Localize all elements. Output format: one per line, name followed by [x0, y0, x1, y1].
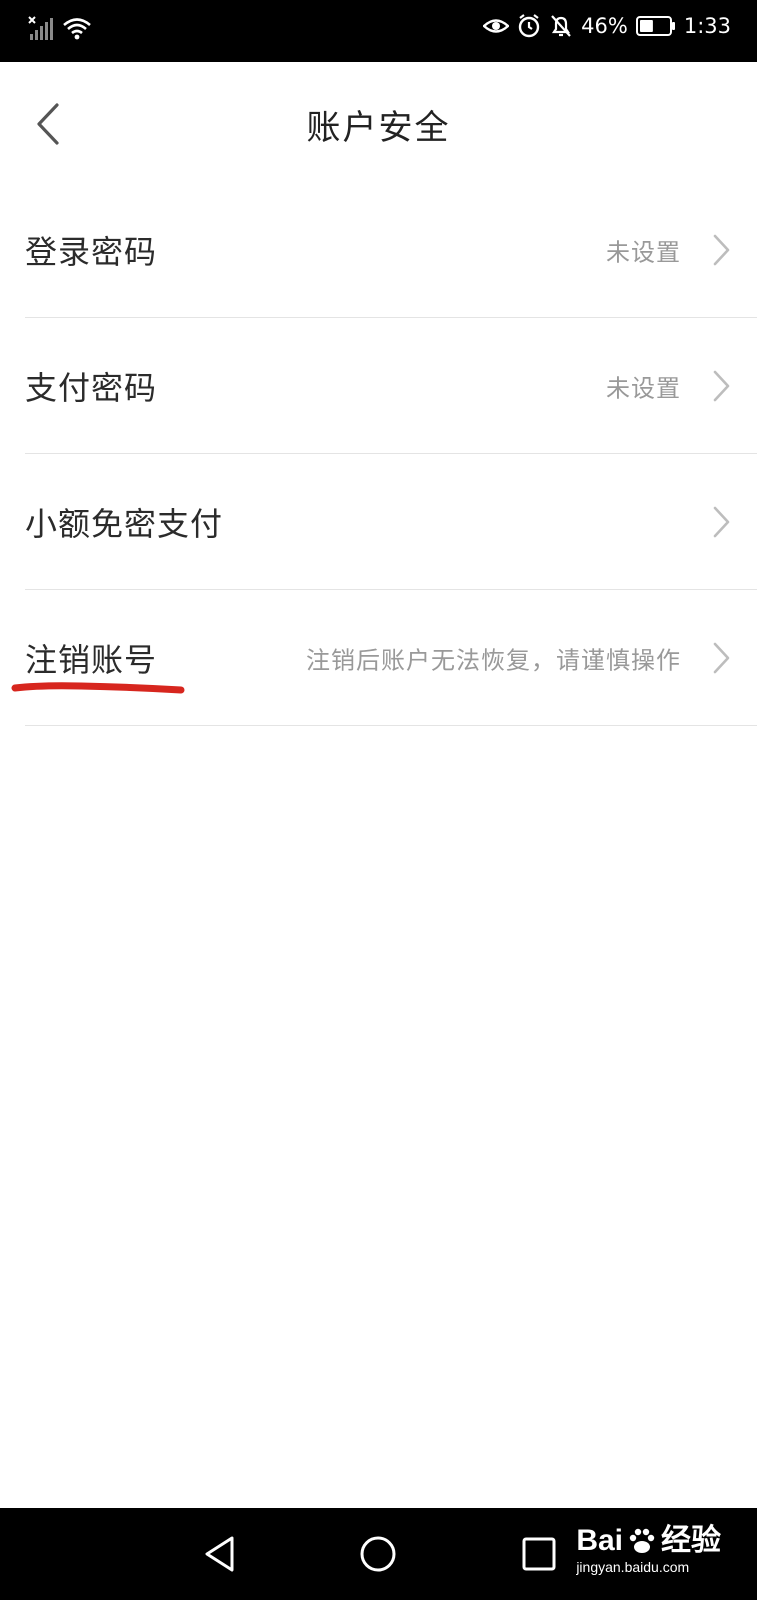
android-nav-bar: Bai 经验 jingyan.baidu.com	[0, 1508, 757, 1600]
row-label: 注销账号	[25, 640, 158, 679]
chevron-right-icon	[713, 642, 730, 673]
paw-icon	[629, 1528, 655, 1553]
page-title: 账户安全	[306, 108, 451, 148]
chevron-right-icon	[713, 370, 730, 401]
bell-muted-icon	[549, 14, 573, 38]
clock-time: 1:33	[683, 14, 731, 38]
recent-square-icon	[522, 1537, 556, 1571]
row-label: 小额免密支付	[25, 504, 224, 543]
wifi-icon	[62, 16, 92, 42]
baidu-jingyan-watermark: Bai 经验 jingyan.baidu.com	[576, 1526, 721, 1576]
settings-row-cancel-account[interactable]: 注销账号 注销后账户无法恢复，请谨慎操作	[11, 590, 757, 726]
settings-list: 登录密码 未设置 支付密码 未设置 小额免密支付 注销账号 注销后账户无法恢复，…	[0, 182, 757, 726]
row-status: 未设置	[606, 374, 681, 402]
chevron-right-icon	[713, 234, 730, 265]
screen: 46% 1:33 账户安全 登录密码 未设置 支付密码 未设置 小额免密支付 注…	[0, 0, 757, 1600]
row-label: 支付密码	[25, 368, 158, 407]
row-hint: 注销后账户无法恢复，请谨慎操作	[306, 646, 681, 674]
nav-back-button[interactable]	[196, 1530, 244, 1578]
header-bar: 账户安全	[0, 62, 757, 186]
watermark-url: jingyan.baidu.com	[576, 1559, 690, 1575]
signal-icon	[28, 16, 54, 42]
eye-icon	[483, 15, 510, 37]
watermark-logo: Bai 经验	[576, 1526, 721, 1556]
alarm-icon	[517, 14, 541, 38]
status-left	[28, 16, 92, 42]
red-underline-annotation	[11, 682, 185, 694]
home-circle-icon	[360, 1536, 396, 1572]
settings-row-payment-password[interactable]: 支付密码 未设置	[25, 318, 757, 454]
chevron-right-icon	[713, 506, 730, 537]
status-right: 46% 1:33	[483, 14, 731, 38]
settings-row-login-password[interactable]: 登录密码 未设置	[25, 182, 757, 318]
watermark-brand: Bai	[576, 1524, 623, 1557]
row-status: 未设置	[606, 238, 681, 266]
battery-percent: 46%	[581, 14, 628, 38]
nav-recent-button[interactable]	[515, 1530, 563, 1578]
settings-row-small-payment[interactable]: 小额免密支付	[25, 454, 757, 590]
back-triangle-icon	[205, 1536, 234, 1572]
nav-home-button[interactable]	[354, 1530, 402, 1578]
row-label: 登录密码	[25, 232, 158, 271]
status-bar: 46% 1:33	[0, 0, 757, 62]
watermark-brand-suffix: 经验	[661, 1524, 721, 1557]
battery-icon	[635, 15, 676, 37]
